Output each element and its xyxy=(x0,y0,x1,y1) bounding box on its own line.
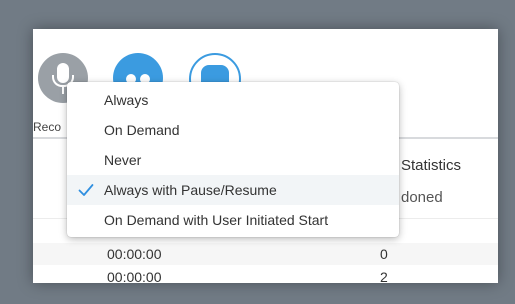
checkmark-icon xyxy=(78,184,94,196)
menu-item-never[interactable]: Never xyxy=(67,145,399,175)
time-cell: 00:00:00 xyxy=(107,269,162,283)
menu-item-label: On Demand with User Initiated Start xyxy=(104,212,329,228)
menu-item-always[interactable]: Always xyxy=(67,85,399,115)
table-row: 00:00:00 0 xyxy=(33,243,498,265)
menu-item-label: Always xyxy=(104,92,149,108)
table-row: 00:00:00 2 xyxy=(33,266,498,283)
record-label: Reco xyxy=(33,120,62,134)
status-cell: doned xyxy=(401,189,443,206)
mic-stem xyxy=(62,87,64,94)
count-cell: 0 xyxy=(380,246,388,262)
count-cell: 2 xyxy=(380,269,388,283)
menu-item-on-demand[interactable]: On Demand xyxy=(67,115,399,145)
recording-mode-dropdown: Always On Demand Never Always with Pause… xyxy=(67,82,399,237)
menu-item-label: Always with Pause/Resume xyxy=(104,182,277,198)
menu-item-label: Never xyxy=(104,152,142,168)
menu-item-label: On Demand xyxy=(104,122,180,138)
time-cell: 00:00:00 xyxy=(107,246,162,262)
menu-item-always-with-pause-resume[interactable]: Always with Pause/Resume xyxy=(67,175,399,205)
statistics-column-header: Statistics xyxy=(401,157,462,174)
menu-item-on-demand-user-initiated[interactable]: On Demand with User Initiated Start xyxy=(67,205,399,235)
